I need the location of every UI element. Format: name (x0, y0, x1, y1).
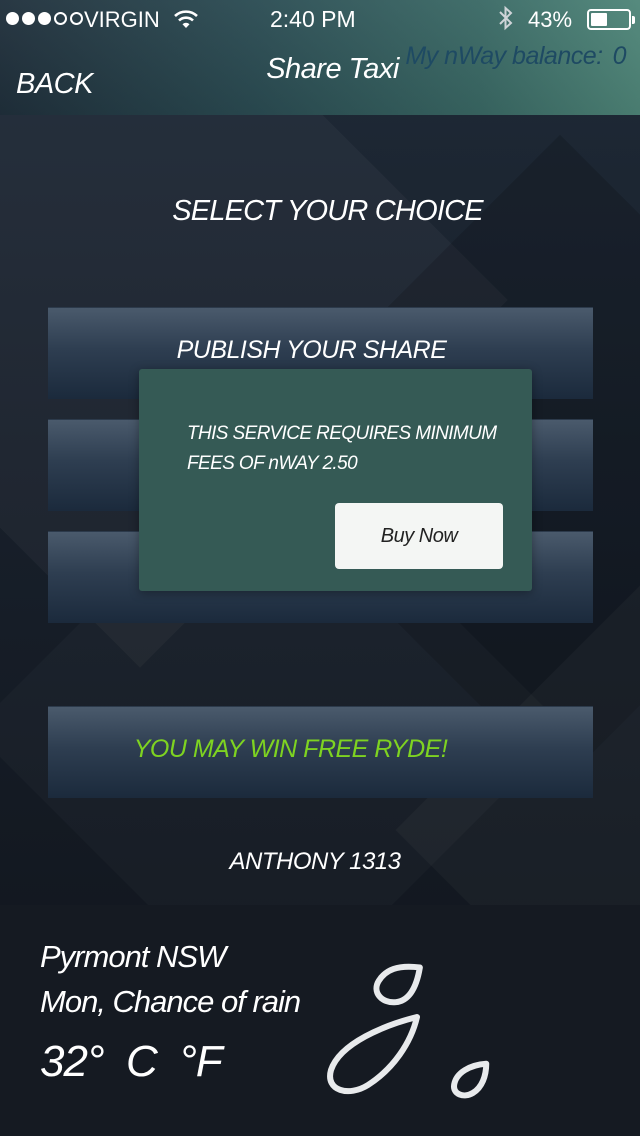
win-free-ryde-button[interactable]: YOU MAY WIN FREE RYDE! (48, 706, 593, 798)
dialog-message: THIS SERVICE REQUIRES MINIMUM FEES OF nW… (187, 419, 507, 479)
username-label: ANTHONY 1313 (229, 848, 401, 875)
weather-temperature: 32° C °F (40, 1037, 223, 1086)
status-time: 2:40 PM (270, 6, 356, 32)
fee-dialog: THIS SERVICE REQUIRES MINIMUM FEES OF nW… (139, 369, 532, 591)
balance-display: My nWay balance: 0 (405, 42, 626, 71)
carrier-name: VIRGIN (84, 7, 160, 32)
bluetooth-icon (499, 5, 513, 31)
balance-label: My nWay balance: (405, 42, 603, 70)
button-label: PUBLISH YOUR SHARE (176, 336, 447, 364)
balance-value: 0 (612, 42, 627, 70)
section-heading: SELECT YOUR CHOICE (172, 195, 483, 227)
dialog-message-line: FEES OF nWAY 2.50 (187, 453, 358, 474)
weather-condition: Mon, Chance of rain (40, 984, 301, 1019)
weather-panel: Pyrmont NSW Mon, Chance of rain 32° C °F (0, 905, 640, 1136)
signal-strength-icon (6, 12, 83, 25)
buy-now-button[interactable]: Buy Now (335, 503, 503, 569)
dialog-message-line: THIS SERVICE REQUIRES MINIMUM (187, 423, 497, 444)
weather-location: Pyrmont NSW (40, 939, 226, 974)
battery-percent: 43% (528, 7, 573, 32)
status-bar: VIRGIN 2:40 PM 43% (0, 0, 640, 40)
battery-icon (587, 9, 635, 30)
wifi-icon (174, 10, 198, 28)
rain-drops-icon (327, 963, 490, 1099)
button-label: YOU MAY WIN FREE RYDE! (133, 735, 448, 763)
